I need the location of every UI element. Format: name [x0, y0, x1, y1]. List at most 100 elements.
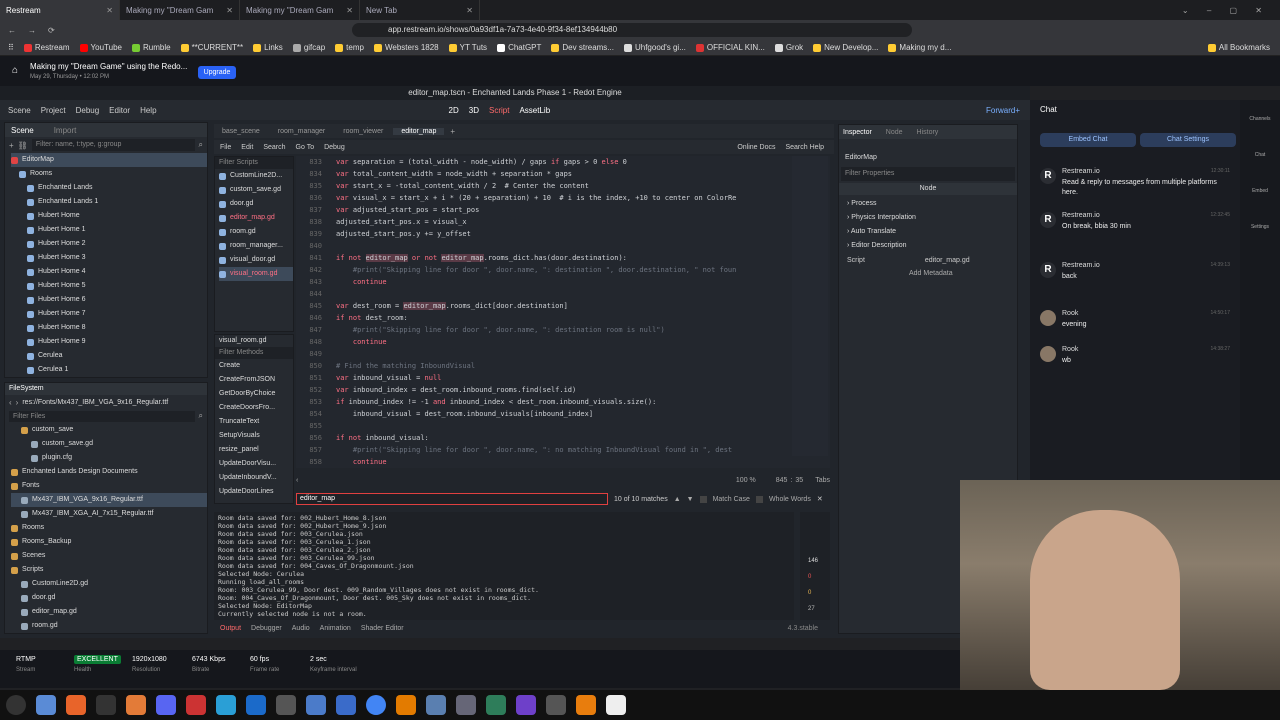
- code-line[interactable]: 846 if not dest_room:: [296, 312, 830, 324]
- inspector-section[interactable]: › Editor Description: [847, 239, 1017, 253]
- script-list-item[interactable]: visual_door.gd: [219, 253, 293, 267]
- filesystem-item[interactable]: Scripts: [11, 563, 207, 577]
- find-previous-icon[interactable]: ▲: [674, 496, 681, 503]
- bookmark-item[interactable]: Rumble: [131, 43, 171, 52]
- scene-tree-item[interactable]: Hubert Home 5: [11, 279, 207, 293]
- github-icon[interactable]: [516, 695, 536, 715]
- code-editor[interactable]: 833 var separation = (total_width - node_…: [296, 156, 830, 468]
- bookmark-item[interactable]: Grok: [774, 43, 803, 52]
- inspector-section[interactable]: › Auto Translate: [847, 225, 1017, 239]
- filesystem-item[interactable]: custom_save: [11, 423, 207, 437]
- bookmark-item[interactable]: Dev streams...: [551, 43, 614, 52]
- script-list-item[interactable]: custom_save.gd: [219, 183, 293, 197]
- tab-shader-editor[interactable]: Shader Editor: [361, 625, 404, 632]
- forward-icon[interactable]: →: [28, 26, 36, 35]
- filesystem-item[interactable]: Mx437_IBM_VGA_9x16_Regular.ttf: [11, 493, 207, 507]
- scene-tab[interactable]: base_scene: [214, 128, 268, 135]
- code-line[interactable]: 854 inbound_visual = dest_room.inbound_v…: [296, 408, 830, 420]
- code-line[interactable]: 857 #print("Skipping line for door ", do…: [296, 444, 830, 456]
- tab-audio[interactable]: Audio: [292, 625, 310, 632]
- menu-debug[interactable]: Debug: [76, 106, 100, 115]
- rail-item-embed[interactable]: Embed: [1240, 188, 1280, 194]
- scene-tree-item[interactable]: Enchanted Lands 1: [11, 195, 207, 209]
- app-icon[interactable]: [546, 695, 566, 715]
- method-list-item[interactable]: SetupVisuals: [219, 429, 293, 443]
- home-icon[interactable]: ⌂: [12, 65, 22, 76]
- find-input[interactable]: editor_map: [296, 493, 608, 505]
- method-list-item[interactable]: resize_panel: [219, 443, 293, 457]
- app-icon[interactable]: [186, 695, 206, 715]
- code-line[interactable]: 839 adjusted_start_pos.y += y_offset: [296, 228, 830, 240]
- rail-item-channels[interactable]: Channels: [1240, 116, 1280, 122]
- code-line[interactable]: 840: [296, 240, 830, 252]
- code-line[interactable]: 833 var separation = (total_width - node_…: [296, 156, 830, 168]
- back-icon[interactable]: ←: [8, 26, 16, 35]
- renderer-select[interactable]: Forward+: [986, 106, 1020, 115]
- code-line[interactable]: 850 # Find the matching InboundVisual: [296, 360, 830, 372]
- filesystem-item[interactable]: Rooms: [11, 521, 207, 535]
- online-docs-button[interactable]: Online Docs: [737, 144, 775, 151]
- script-menu-search[interactable]: Search: [263, 144, 285, 151]
- scene-tree-item[interactable]: Hubert Home 9: [11, 335, 207, 349]
- whole-words-checkbox[interactable]: [755, 495, 763, 503]
- add-tab-icon[interactable]: +: [446, 127, 459, 136]
- script-menu-debug[interactable]: Debug: [324, 144, 345, 151]
- filesystem-item[interactable]: room.gd: [11, 619, 207, 633]
- reload-icon[interactable]: ⟳: [48, 26, 55, 35]
- scene-tree-item[interactable]: Hubert Home: [11, 209, 207, 223]
- search-help-button[interactable]: Search Help: [785, 144, 824, 151]
- script-list-item[interactable]: CustomLine2D...: [219, 169, 293, 183]
- scene-tab[interactable]: room_viewer: [335, 128, 391, 135]
- find-next-icon[interactable]: ▼: [687, 496, 694, 503]
- scene-tree-item[interactable]: Rooms: [11, 167, 207, 181]
- scene-tree-item[interactable]: Hubert Home 2: [11, 237, 207, 251]
- filesystem-item[interactable]: Scenes: [11, 549, 207, 563]
- method-list-item[interactable]: GetDoorByChoice: [219, 387, 293, 401]
- app-icon[interactable]: [216, 695, 236, 715]
- scene-tree-item[interactable]: EditorMap: [11, 153, 207, 167]
- code-line[interactable]: 843 continue: [296, 276, 830, 288]
- scene-tree-item[interactable]: Hubert Home 6: [11, 293, 207, 307]
- filesystem-item[interactable]: Enchanted Lands Design Documents: [11, 465, 207, 479]
- code-line[interactable]: 849: [296, 348, 830, 360]
- tab-output[interactable]: Output: [220, 625, 241, 632]
- scene-tree-item[interactable]: Enchanted Lands: [11, 181, 207, 195]
- script-list-item[interactable]: room.gd: [219, 225, 293, 239]
- filesystem-item[interactable]: door.gd: [11, 591, 207, 605]
- bookmark-item[interactable]: Uhfgood's gi...: [623, 43, 686, 52]
- bookmark-item[interactable]: temp: [335, 43, 364, 52]
- address-bar[interactable]: app.restream.io/shows/0a93df1a-7a73-4e40…: [352, 23, 912, 37]
- filesystem-item[interactable]: custom_save.gd: [11, 437, 207, 451]
- log-message-count[interactable]: 146: [808, 558, 818, 564]
- bookmark-item[interactable]: Restream: [23, 43, 70, 52]
- all-bookmarks[interactable]: All Bookmarks: [1207, 43, 1270, 52]
- menu-scene[interactable]: Scene: [8, 106, 31, 115]
- inspector-section[interactable]: › Physics Interpolation: [847, 211, 1017, 225]
- tab-debugger[interactable]: Debugger: [251, 625, 282, 632]
- chat-settings-button[interactable]: Chat Settings: [1140, 133, 1236, 147]
- firefox-icon[interactable]: [66, 695, 86, 715]
- scene-tree-item[interactable]: Hubert Home 1: [11, 223, 207, 237]
- close-icon[interactable]: ✕: [466, 6, 473, 15]
- bookmark-item[interactable]: New Develop...: [813, 43, 878, 52]
- log-error-count[interactable]: 0: [808, 574, 811, 580]
- calculator-icon[interactable]: [276, 695, 296, 715]
- code-line[interactable]: 834 var total_content_width = node_width …: [296, 168, 830, 180]
- workspace-script[interactable]: Script: [489, 106, 509, 115]
- code-line[interactable]: 856 if not inbound_visual:: [296, 432, 830, 444]
- code-line[interactable]: 837 var adjusted_start_pos = start_pos: [296, 204, 830, 216]
- menu-project[interactable]: Project: [41, 106, 66, 115]
- bookmark-item[interactable]: **CURRENT**: [180, 43, 243, 52]
- log-warning-count[interactable]: 0: [808, 590, 811, 596]
- code-line[interactable]: 838 adjusted_start_pos.x = visual_x: [296, 216, 830, 228]
- rail-item-settings[interactable]: Settings: [1240, 224, 1280, 230]
- script-property-value[interactable]: editor_map.gd: [925, 257, 970, 264]
- add-metadata-button[interactable]: Add Metadata: [839, 267, 1017, 281]
- menu-help[interactable]: Help: [140, 106, 156, 115]
- filesystem-item[interactable]: Rooms_Backup: [11, 535, 207, 549]
- start-menu-icon[interactable]: [6, 695, 26, 715]
- workspace-assetlib[interactable]: AssetLib: [519, 106, 550, 115]
- rail-item-chat[interactable]: Chat: [1240, 152, 1280, 158]
- code-line[interactable]: 844: [296, 288, 830, 300]
- terminal-icon[interactable]: [96, 695, 116, 715]
